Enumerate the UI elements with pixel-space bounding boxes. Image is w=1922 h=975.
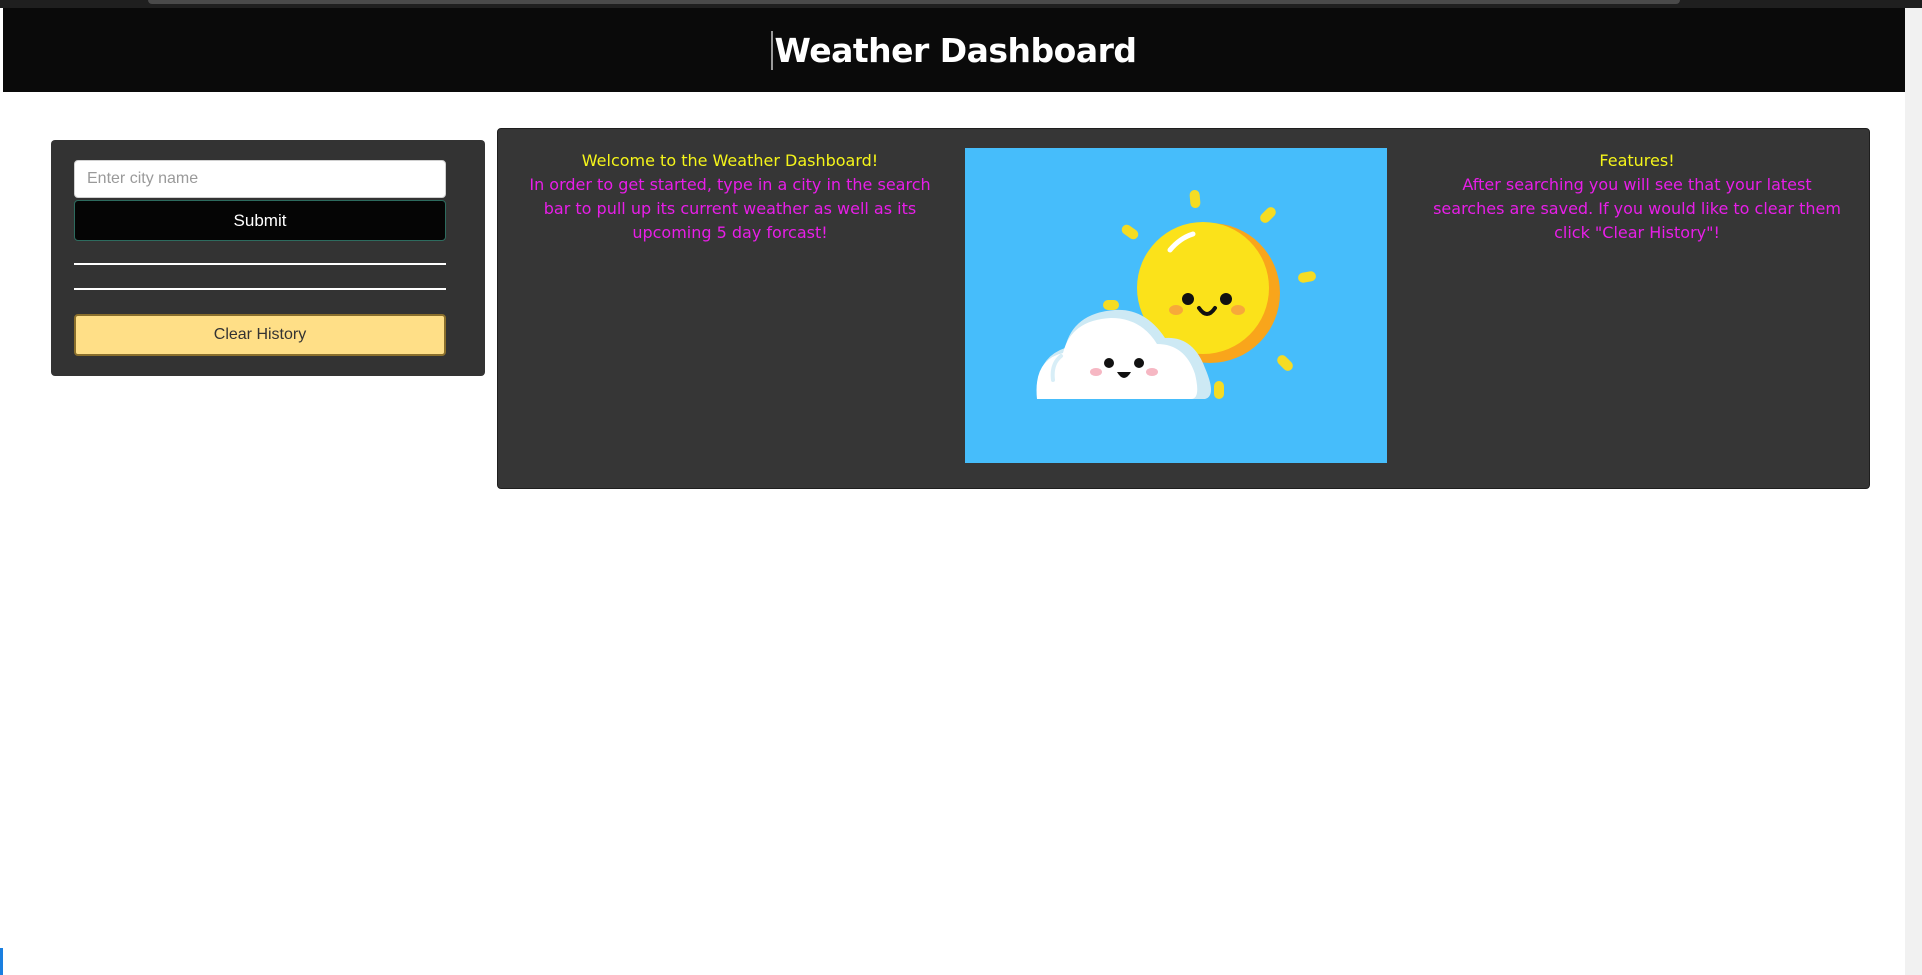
- features-body: After searching you will see that your l…: [1433, 175, 1841, 242]
- taskbar-accent: [0, 948, 3, 975]
- clear-history-button[interactable]: Clear History: [74, 314, 446, 356]
- page-header: Weather Dashboard: [3, 8, 1905, 92]
- search-panel: Submit Clear History: [51, 140, 485, 376]
- welcome-title: Welcome to the Weather Dashboard!: [581, 151, 879, 170]
- welcome-section: Welcome to the Weather Dashboard! In ord…: [520, 149, 940, 245]
- browser-top-bar: [0, 0, 1922, 8]
- welcome-body: In order to get started, type in a city …: [529, 175, 931, 242]
- history-divider-bottom: [74, 288, 446, 290]
- features-section: Features! After searching you will see t…: [1427, 149, 1847, 245]
- submit-button[interactable]: Submit: [74, 200, 446, 241]
- browser-tab-strip: [148, 0, 1680, 4]
- page-title: Weather Dashboard: [771, 30, 1137, 70]
- sun-cloud-illustration: [965, 148, 1387, 463]
- city-search-input[interactable]: [74, 160, 446, 198]
- page-scrollbar[interactable]: [1905, 8, 1922, 975]
- features-title: Features!: [1599, 151, 1675, 170]
- welcome-panel: Welcome to the Weather Dashboard! In ord…: [497, 128, 1870, 489]
- history-divider-top: [74, 263, 446, 265]
